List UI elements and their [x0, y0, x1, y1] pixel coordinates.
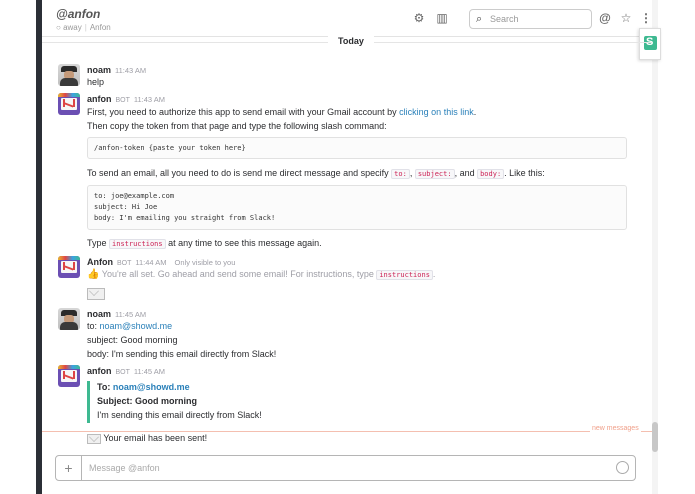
email-attachment: To: noam@showd.me Subject: Good morning …: [87, 381, 387, 425]
message-text: Your email has been sent!: [87, 432, 207, 445]
more-icon[interactable]: ⋮: [639, 11, 653, 25]
text-segment: to:: [87, 321, 100, 331]
bot-badge: BOT: [117, 260, 132, 267]
presence-status: away: [63, 23, 82, 32]
envelope-icon: [87, 433, 101, 444]
message-text: to: noam@showd.me: [87, 320, 172, 333]
attachment-subject: Subject: Good morning: [97, 396, 197, 406]
search-input[interactable]: ⌕ Search: [469, 9, 592, 29]
timestamp[interactable]: 11:43 AM: [134, 95, 165, 104]
slack-logo-icon: [644, 36, 657, 50]
message-text: body: I'm sending this email directly fr…: [87, 349, 277, 359]
star-icon[interactable]: ☆: [619, 11, 633, 25]
channel-name[interactable]: @anfon: [56, 7, 100, 21]
avatar[interactable]: [58, 93, 80, 115]
text-segment: First, you need to authorize this app to…: [87, 107, 400, 117]
text-segment: . Like this:: [504, 168, 545, 178]
timestamp[interactable]: 11:45 AM: [134, 367, 165, 376]
message-text: subject: Good morning: [87, 335, 178, 345]
email-link[interactable]: noam@showd.me: [100, 321, 173, 331]
attachment-bar: [87, 381, 90, 423]
presence-icon: ○: [56, 23, 64, 32]
author-name[interactable]: noam: [87, 309, 111, 319]
code-block-example: to: joe@example.com subject: Hi Joe body…: [87, 185, 627, 230]
text-segment: at any time to see this message again.: [165, 238, 322, 248]
search-placeholder: Search: [490, 14, 519, 24]
text-segment: , and: [454, 168, 478, 178]
author-name[interactable]: anfon: [87, 94, 112, 104]
text-segment: .: [473, 107, 477, 117]
inline-code: instructions: [109, 239, 166, 249]
new-messages-label: new messages: [590, 425, 641, 432]
message-text: 👍 You're all set. Go ahead and send some…: [87, 268, 435, 282]
timestamp[interactable]: 11:43 AM: [115, 66, 146, 75]
message-composer[interactable]: + Message @anfon: [55, 455, 636, 481]
day-divider-label: Today: [328, 36, 374, 46]
scrollbar-thumb[interactable]: [652, 422, 658, 452]
message-text: Type instructions at any time to see thi…: [87, 237, 322, 251]
authorize-link[interactable]: clicking on this link: [399, 107, 474, 117]
mention-icon[interactable]: @: [598, 11, 612, 25]
author-name[interactable]: Anfon: [87, 257, 113, 267]
attach-plus-button[interactable]: +: [56, 456, 82, 480]
inline-code: body:: [477, 169, 505, 179]
meta-separator: |: [84, 23, 87, 32]
avatar[interactable]: [58, 365, 80, 387]
text-segment: To send an email, all you need to do is …: [87, 168, 392, 178]
inline-code: instructions: [376, 270, 433, 280]
sidebar-edge: [36, 0, 42, 494]
text-segment: Type: [87, 238, 110, 248]
only-visible-note: Only visible to you: [174, 258, 236, 267]
text-segment: .: [432, 269, 436, 279]
message-text: Then copy the token from that page and t…: [87, 121, 387, 131]
message-text: First, you need to authorize this app to…: [87, 106, 476, 119]
bot-badge: BOT: [115, 97, 130, 104]
author-name[interactable]: noam: [87, 65, 111, 75]
avatar[interactable]: [58, 256, 80, 278]
text-segment: Your email has been sent!: [103, 433, 208, 443]
attachment-body: I'm sending this email directly from Sla…: [97, 410, 262, 420]
team-sidebar: [0, 0, 42, 494]
emoji-icon[interactable]: [616, 461, 629, 474]
sidebar-toggle-icon[interactable]: ▥: [435, 11, 449, 25]
code-block-token: /anfon-token {paste your token here}: [87, 137, 627, 159]
text-segment: You're all set. Go ahead and send some e…: [101, 269, 377, 279]
timestamp[interactable]: 11:45 AM: [115, 310, 146, 319]
message-text: help: [87, 77, 105, 87]
envelope-icon: [87, 287, 105, 300]
email-link[interactable]: noam@showd.me: [113, 382, 190, 392]
author-name[interactable]: anfon: [87, 366, 112, 376]
channel-header: @anfon ○ away | Anfon ⚙ ▥ ⌕ Search @ ☆ ⋮: [42, 0, 660, 37]
search-icon: ⌕: [476, 13, 483, 25]
thumbs-up-icon: 👍: [87, 269, 100, 280]
channel-meta: ○ away | Anfon: [56, 23, 111, 32]
message-text: To send an email, all you need to do is …: [87, 167, 545, 181]
bot-badge: BOT: [115, 369, 130, 376]
avatar[interactable]: [58, 308, 80, 330]
attachment-to: To: noam@showd.me: [97, 381, 190, 394]
composer-placeholder[interactable]: Message @anfon: [89, 463, 160, 473]
avatar[interactable]: [58, 64, 80, 86]
text-segment: To:: [97, 382, 113, 392]
slack-app-tab[interactable]: [639, 28, 661, 60]
inline-code: to:: [391, 169, 410, 179]
scroll-track[interactable]: [652, 0, 658, 494]
inline-code: subject:: [414, 169, 455, 179]
gear-icon[interactable]: ⚙: [412, 11, 426, 25]
timestamp[interactable]: 11:44 AM: [135, 258, 166, 267]
real-name: Anfon: [89, 23, 111, 32]
